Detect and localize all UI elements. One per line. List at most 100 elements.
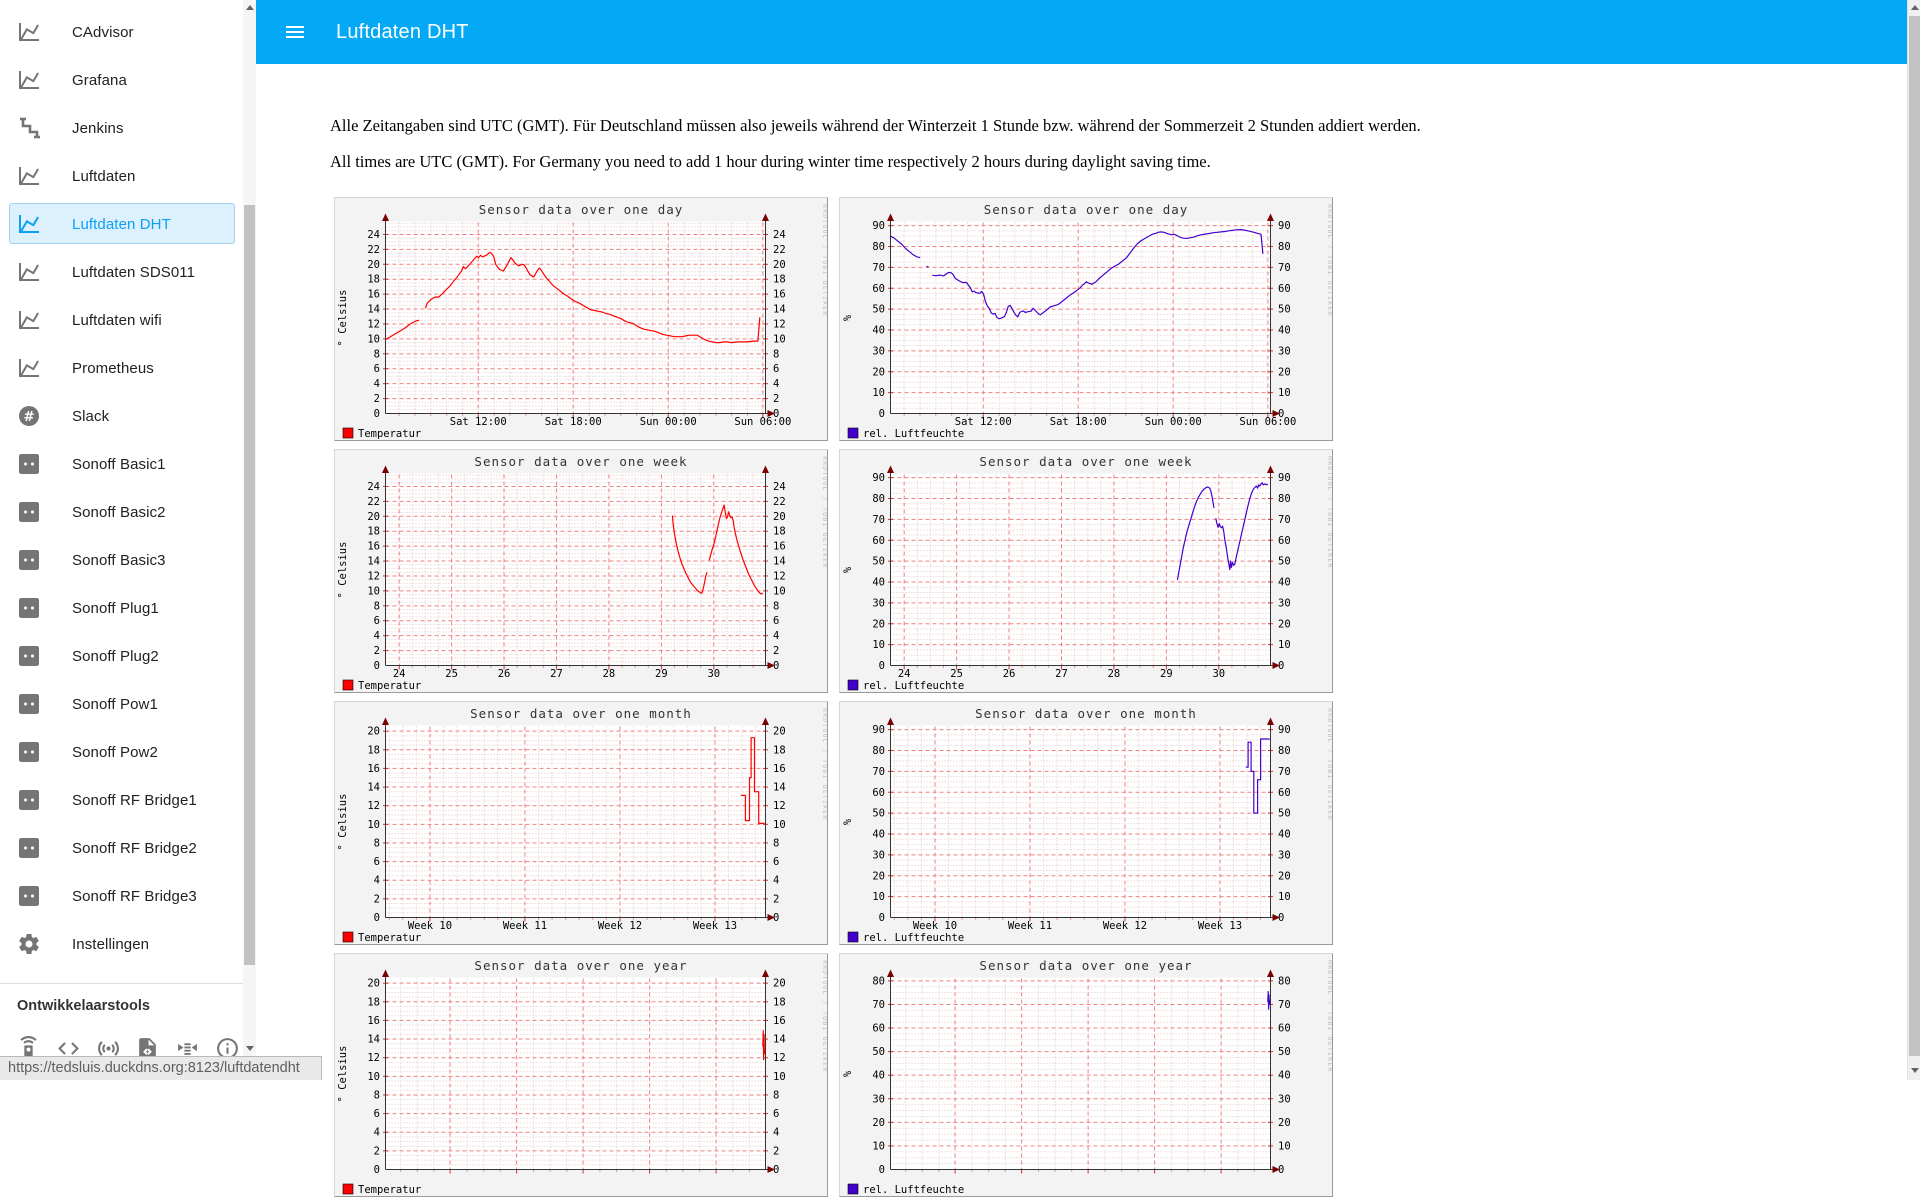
svg-text:60: 60 [872,535,885,547]
svg-text:26: 26 [1003,668,1016,680]
sidebar-item-grafana[interactable]: Grafana [0,56,256,104]
svg-text:60: 60 [1278,283,1291,295]
sidebar-item-sonoff-rf-bridge2[interactable]: Sonoff RF Bridge2 [0,824,256,872]
svg-text:rel. Luftfeuchte: rel. Luftfeuchte [863,932,964,944]
socket-icon [17,692,41,716]
svg-text:90: 90 [872,724,885,736]
sidebar-item-sonoff-pow1[interactable]: Sonoff Pow1 [0,680,256,728]
sidebar-item-label: Sonoff Pow1 [72,696,158,713]
svg-text:10: 10 [1278,891,1291,903]
svg-text:90: 90 [1278,472,1291,484]
svg-text:20: 20 [872,618,885,630]
svg-text:12: 12 [367,318,380,330]
svg-text:20: 20 [1278,870,1291,882]
svg-text:2: 2 [773,393,779,405]
sidebar-item-label: Sonoff RF Bridge3 [72,888,197,905]
svg-text:° Celsius: ° Celsius [337,794,349,851]
svg-text:0: 0 [879,912,885,924]
svg-text:20: 20 [773,511,786,523]
sidebar-item-cadvisor[interactable]: CAdvisor [0,8,256,56]
sidebar-item-sonoff-basic1[interactable]: Sonoff Basic1 [0,440,256,488]
svg-text:rel. Luftfeuchte: rel. Luftfeuchte [863,428,964,440]
svg-text:70: 70 [872,262,885,274]
sidebar-item-luftdaten[interactable]: Luftdaten [0,152,256,200]
svg-text:30: 30 [707,668,720,680]
sidebar-scroll-up-icon[interactable] [246,5,254,10]
svg-text:18: 18 [773,274,786,286]
svg-text:Sat 12:00: Sat 12:00 [450,416,507,428]
menu-icon[interactable] [283,20,307,44]
svg-text:80: 80 [1278,241,1291,253]
sidebar-item-luftdaten-sds011[interactable]: Luftdaten SDS011 [0,248,256,296]
sidebar-scroll-thumb[interactable] [244,205,255,965]
svg-text:18: 18 [367,526,380,538]
sidebar-item-sonoff-basic3[interactable]: Sonoff Basic3 [0,536,256,584]
sidebar-item-sonoff-plug1[interactable]: Sonoff Plug1 [0,584,256,632]
svg-text:RRDTOOL / TOBI OETIKER: RRDTOOL / TOBI OETIKER [821,708,827,821]
sidebar-item-sonoff-plug2[interactable]: Sonoff Plug2 [0,632,256,680]
sidebar-item-sonoff-rf-bridge3[interactable]: Sonoff RF Bridge3 [0,872,256,920]
chart-hum-year: 0010102020303040405050606070708080Sensor… [839,953,1333,1197]
svg-text:30: 30 [1278,345,1291,357]
svg-text:30: 30 [872,345,885,357]
svg-text:60: 60 [872,1023,885,1035]
sidebar-item-instellingen[interactable]: Instellingen [0,920,256,968]
sidebar-item-slack[interactable]: #Slack [0,392,256,440]
main-scroll-thumb[interactable] [1909,16,1920,1056]
svg-text:20: 20 [367,978,380,990]
sidebar-item-sonoff-basic2[interactable]: Sonoff Basic2 [0,488,256,536]
svg-text:80: 80 [872,745,885,757]
svg-text:Sensor data over one week: Sensor data over one week [474,454,687,469]
svg-text:Week 10: Week 10 [408,920,452,932]
svg-text:40: 40 [872,325,885,337]
sidebar-item-prometheus[interactable]: Prometheus [0,344,256,392]
status-bar: https://tedsluis.duckdns.org:8123/luftda… [0,1056,322,1080]
sidebar-item-luftdaten-dht[interactable]: Luftdaten DHT [0,200,256,248]
sidebar-scroll-down-icon[interactable] [246,1046,254,1051]
svg-text:10: 10 [872,387,885,399]
svg-text:8: 8 [773,1089,779,1101]
svg-text:20: 20 [367,511,380,523]
svg-text:6: 6 [374,856,380,868]
svg-text:0: 0 [1278,1164,1284,1176]
svg-text:10: 10 [773,333,786,345]
sidebar-item-sonoff-pow2[interactable]: Sonoff Pow2 [0,728,256,776]
svg-text:28: 28 [1108,668,1121,680]
status-url: https://tedsluis.duckdns.org:8123/luftda… [8,1060,300,1076]
sidebar-item-sonoff-rf-bridge1[interactable]: Sonoff RF Bridge1 [0,776,256,824]
svg-text:50: 50 [1278,556,1291,568]
svg-text:° Celsius: ° Celsius [337,1046,349,1103]
svg-text:Week 11: Week 11 [1008,920,1052,932]
svg-text:70: 70 [1278,999,1291,1011]
svg-text:16: 16 [773,541,786,553]
socket-icon [17,740,41,764]
svg-text:2: 2 [773,645,779,657]
main-scroll-up-icon[interactable] [1911,5,1919,10]
svg-text:4: 4 [374,875,380,887]
main-scroll-down-icon[interactable] [1911,1068,1919,1073]
svg-text:° Celsius: ° Celsius [337,542,349,599]
main-scrollbar[interactable] [1907,0,1920,1080]
sidebar-item-luftdaten-wifi[interactable]: Luftdaten wifi [0,296,256,344]
svg-text:14: 14 [773,782,786,794]
svg-text:10: 10 [872,1140,885,1152]
svg-text:0: 0 [374,660,380,672]
sidebar-item-label: Prometheus [72,360,154,377]
chart-hum-week: 0010102020303040405050606070708080909024… [839,449,1333,693]
svg-text:rel. Luftfeuchte: rel. Luftfeuchte [863,680,964,692]
svg-text:20: 20 [872,870,885,882]
svg-text:Temperatur: Temperatur [358,428,421,440]
sidebar-item-jenkins[interactable]: Jenkins [0,104,256,152]
svg-text:18: 18 [367,744,380,756]
svg-text:22: 22 [367,244,380,256]
chart-hum-day: 00101020203030404050506060707080809090Sa… [839,197,1333,441]
sidebar-item-label: Sonoff RF Bridge1 [72,792,197,809]
svg-text:70: 70 [1278,514,1291,526]
svg-text:20: 20 [872,1117,885,1129]
svg-text:24: 24 [367,481,380,493]
sidebar-scrollbar[interactable] [243,0,256,1080]
svg-text:Sensor data over one day: Sensor data over one day [479,202,684,217]
socket-icon [17,644,41,668]
svg-text:80: 80 [872,493,885,505]
svg-text:10: 10 [367,1071,380,1083]
